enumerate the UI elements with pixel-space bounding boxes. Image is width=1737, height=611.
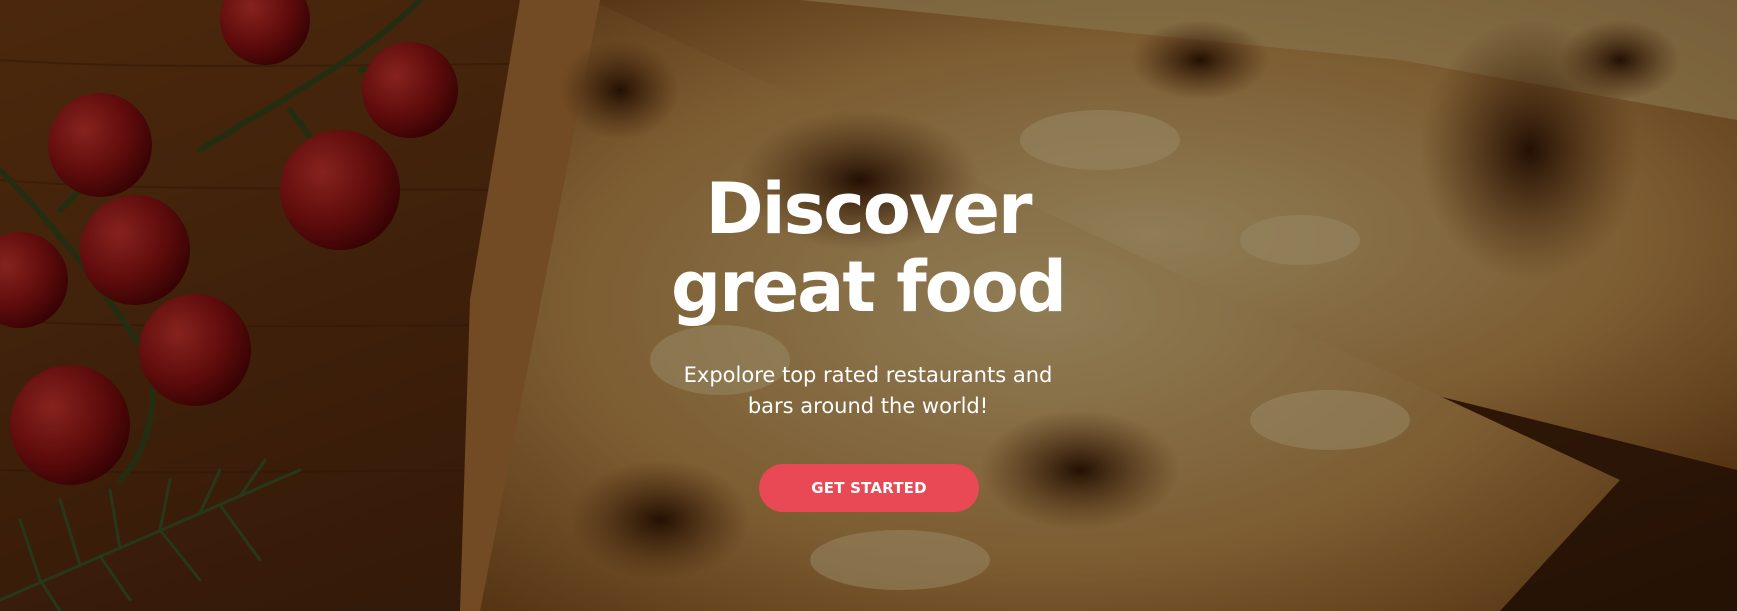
hero-title: Discover great food [618,170,1118,326]
get-started-button[interactable]: GET STARTED [759,464,979,512]
hero-section: Discover great food Expolore top rated r… [0,0,1737,611]
hero-subtitle: Expolore top rated restaurants and bars … [648,360,1088,422]
hero-subtitle-line-2: bars around the world! [747,394,989,418]
hero-title-line-2: great food [671,246,1067,328]
hero-subtitle-line-1: Expolore top rated restaurants and [683,363,1053,387]
hero-content: Discover great food Expolore top rated r… [0,0,1737,611]
hero-title-line-1: Discover [705,168,1033,250]
